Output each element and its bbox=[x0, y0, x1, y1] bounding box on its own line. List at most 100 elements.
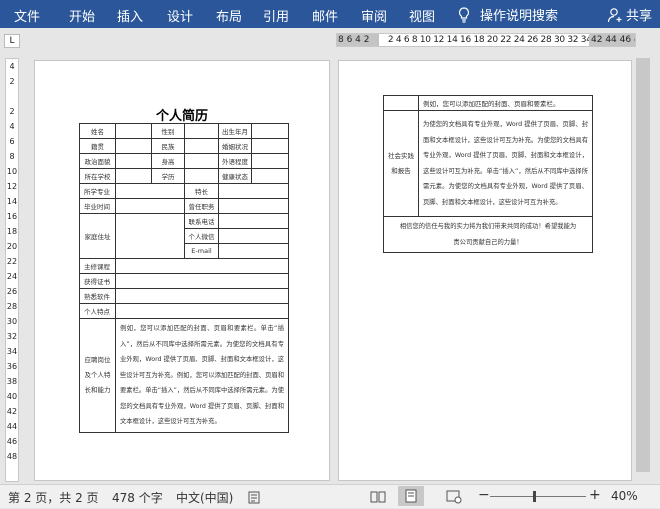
vruler-mark: 38 bbox=[6, 377, 18, 386]
vruler-mark: 10 bbox=[6, 167, 18, 176]
practice-paragraph: 为使您的文档具有专业外观，Word 提供了页眉、页脚、封面和文本框设计，这些设计… bbox=[423, 121, 588, 206]
table-cell: 主修课程 bbox=[79, 258, 116, 274]
zoom-slider[interactable] bbox=[490, 496, 586, 497]
table-row: 个人特点 bbox=[79, 303, 289, 319]
print-layout-button[interactable] bbox=[398, 486, 424, 506]
ruler-main: 2 4 6 8 10 12 14 16 18 20 22 24 26 28 30… bbox=[387, 35, 619, 45]
zoom-level[interactable]: 40% bbox=[611, 489, 638, 503]
horizontal-ruler[interactable]: 8 6 4 2 2 4 6 8 10 12 14 16 18 20 22 24 … bbox=[336, 33, 636, 47]
vruler-mark: 12 bbox=[6, 182, 18, 191]
table-row: 社会实践和报告 为使您的文档具有专业外观，Word 提供了页眉、页脚、封面和文本… bbox=[383, 110, 593, 217]
table-cell: 熟悉软件 bbox=[79, 288, 116, 304]
table-row: 毕业时间 曾任职务 bbox=[79, 198, 289, 214]
tell-me-label: 操作说明搜索 bbox=[480, 9, 559, 24]
zoom-slider-thumb[interactable] bbox=[533, 491, 536, 502]
table-row: 家庭住址 联系电话 bbox=[79, 213, 289, 259]
table-cell: E-mail bbox=[184, 243, 219, 259]
vruler-mark: 18 bbox=[6, 227, 18, 236]
tab-selector[interactable]: L bbox=[4, 34, 20, 48]
ribbon-bar: 文件 开始 插入 设计 布局 引用 邮件 审阅 视图 操作说明搜索 共享 bbox=[0, 0, 660, 28]
print-layout-icon bbox=[405, 489, 417, 503]
table-row: 政治面貌 身高 外语程度 bbox=[79, 153, 289, 169]
language-status[interactable]: 中文(中国) bbox=[176, 489, 233, 506]
status-bar: 第 2 页，共 2 页 478 个字 中文(中国) − + 40% bbox=[0, 484, 660, 508]
ruler-row: L 8 6 4 2 2 4 6 8 10 12 14 16 18 20 22 2… bbox=[0, 28, 660, 52]
resume-table[interactable]: 姓名 性别 出生年月 籍贯 民族 婚姻状况 政治面貌 身高 外语程度 所在学校 … bbox=[79, 123, 289, 433]
vruler-mark: 46 bbox=[6, 437, 18, 446]
table-cell: 民族 bbox=[151, 138, 185, 154]
page-2[interactable]: 例如，您可以添加匹配的封面、页眉和要素栏。 社会实践和报告 为使您的文档具有专业… bbox=[338, 60, 632, 481]
table-cell: 学历 bbox=[151, 168, 185, 184]
vruler-mark: 4 bbox=[9, 122, 15, 131]
tab-view[interactable]: 视图 bbox=[409, 6, 435, 25]
table-cell: 籍贯 bbox=[79, 138, 116, 154]
table-row: 获得证书 bbox=[79, 273, 289, 289]
practice-table[interactable]: 例如，您可以添加匹配的封面、页眉和要素栏。 社会实践和报告 为使您的文档具有专业… bbox=[383, 95, 593, 253]
table-cell: 性别 bbox=[151, 123, 185, 139]
tab-layout[interactable]: 布局 bbox=[216, 6, 242, 25]
share-label: 共享 bbox=[625, 9, 652, 24]
table-cell: 应聘岗位及个人特长和能力 bbox=[79, 318, 116, 433]
table-cell: 所学专业 bbox=[79, 183, 116, 199]
table-cell: 获得证书 bbox=[79, 273, 116, 289]
apply-paragraph: 例如，您可以添加匹配的封面、页眉和要素栏。单击“插入”，然后从不同库中选择所需元… bbox=[120, 325, 284, 425]
table-cell: 政治面貌 bbox=[79, 153, 116, 169]
read-mode-icon[interactable] bbox=[370, 490, 386, 504]
tab-references[interactable]: 引用 bbox=[263, 6, 289, 25]
vruler-mark: 6 bbox=[9, 137, 15, 146]
tell-me-search[interactable]: 操作说明搜索 bbox=[458, 5, 558, 24]
table-row: 籍贯 民族 婚姻状况 bbox=[79, 138, 289, 154]
document-area: 个人简历 姓名 性别 出生年月 籍贯 民族 婚姻状况 政治面貌 身高 外语程度 … bbox=[24, 52, 660, 484]
table-row: 应聘岗位及个人特长和能力 例如，您可以添加匹配的封面、页眉和要素栏。单击“插入”… bbox=[79, 318, 289, 433]
table-cell: 所在学校 bbox=[79, 168, 116, 184]
vruler-mark: 24 bbox=[6, 272, 18, 281]
tab-review[interactable]: 审阅 bbox=[361, 6, 387, 25]
web-layout-icon[interactable] bbox=[446, 490, 462, 504]
table-row: 所学专业 特长 bbox=[79, 183, 289, 199]
tab-file[interactable]: 文件 bbox=[14, 6, 40, 25]
vruler-mark: 30 bbox=[6, 317, 18, 326]
table-cell: 例如，您可以添加匹配的封面、页眉和要素栏。 bbox=[418, 95, 593, 111]
tab-home[interactable]: 开始 bbox=[69, 6, 95, 25]
table-cell: 身高 bbox=[151, 153, 185, 169]
ruler-left-margin: 8 6 4 2 bbox=[337, 34, 379, 46]
macro-icon[interactable] bbox=[248, 490, 262, 504]
table-cell: 家庭住址 bbox=[79, 213, 116, 259]
vruler-mark: 42 bbox=[6, 407, 18, 416]
table-row: 相信您的信任与我的实力将为我们带来共同的成功！希望我能为贵公司贡献自己的力量！ bbox=[383, 216, 593, 253]
closing-paragraph: 相信您的信任与我的实力将为我们带来共同的成功！希望我能为贵公司贡献自己的力量！ bbox=[399, 223, 577, 246]
zoom-out-button[interactable]: − bbox=[478, 487, 490, 503]
vruler-mark: 36 bbox=[6, 362, 18, 371]
table-row: 熟悉软件 bbox=[79, 288, 289, 304]
vruler-mark: 20 bbox=[6, 242, 18, 251]
table-cell: 个人特点 bbox=[79, 303, 116, 319]
table-row: 例如，您可以添加匹配的封面、页眉和要素栏。 bbox=[383, 95, 593, 111]
table-cell: 曾任职务 bbox=[184, 198, 219, 214]
share-button[interactable]: 共享 bbox=[607, 5, 652, 24]
vruler-mark: 2 bbox=[9, 107, 15, 116]
page-1[interactable]: 个人简历 姓名 性别 出生年月 籍贯 民族 婚姻状况 政治面貌 身高 外语程度 … bbox=[34, 60, 330, 481]
table-cell: 姓名 bbox=[79, 123, 116, 139]
vruler-mark: 22 bbox=[6, 257, 18, 266]
ruler-right-margin: 42 44 46 48 bbox=[589, 34, 635, 46]
table-cell: 毕业时间 bbox=[79, 198, 116, 214]
vruler-mark: 44 bbox=[6, 422, 18, 431]
vruler-mark: 26 bbox=[6, 287, 18, 296]
tab-design[interactable]: 设计 bbox=[167, 6, 193, 25]
vruler-mark: 8 bbox=[9, 152, 15, 161]
resume-title: 个人简历 bbox=[155, 109, 208, 124]
vruler-mark: 48 bbox=[6, 452, 18, 461]
vruler-mark: 40 bbox=[6, 392, 18, 401]
table-cell: 特长 bbox=[184, 183, 219, 199]
zoom-in-button[interactable]: + bbox=[589, 487, 601, 503]
vertical-scrollbar[interactable] bbox=[636, 58, 650, 472]
table-cell: 健康状态 bbox=[218, 168, 252, 184]
vruler-mark: 14 bbox=[6, 197, 18, 206]
tab-mailings[interactable]: 邮件 bbox=[312, 6, 338, 25]
table-cell: 外语程度 bbox=[218, 153, 252, 169]
vertical-ruler[interactable]: 4 2 2 4 6 8 10 12 14 16 18 20 22 24 26 2… bbox=[5, 58, 19, 482]
tab-insert[interactable]: 插入 bbox=[117, 6, 143, 25]
page-count[interactable]: 第 2 页，共 2 页 bbox=[8, 489, 99, 506]
word-count[interactable]: 478 个字 bbox=[112, 489, 163, 506]
vruler-mark: 32 bbox=[6, 332, 18, 341]
